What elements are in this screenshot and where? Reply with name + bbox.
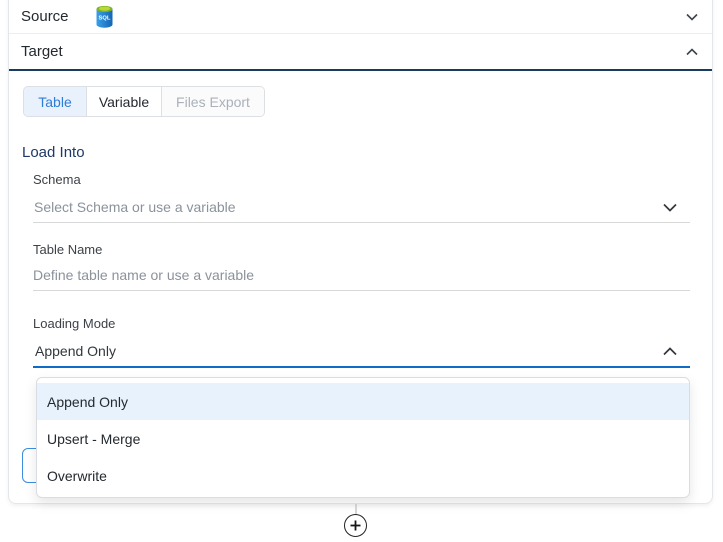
- chevron-up-icon[interactable]: [686, 48, 698, 56]
- add-node-button[interactable]: [344, 514, 367, 537]
- loading-mode-select[interactable]: Append Only: [33, 336, 690, 368]
- dropdown-option-overwrite[interactable]: Overwrite: [37, 457, 689, 494]
- tab-table[interactable]: Table: [24, 87, 86, 116]
- accordion-target[interactable]: Target: [9, 34, 712, 69]
- loading-mode-value: Append Only: [33, 343, 116, 359]
- sql-database-icon: SQL: [95, 5, 114, 29]
- plus-icon: [349, 519, 362, 532]
- target-type-tabs: Table Variable Files Export: [23, 86, 265, 117]
- loading-mode-dropdown: Append Only Upsert - Merge Overwrite: [36, 377, 690, 498]
- svg-text:SQL: SQL: [98, 15, 110, 21]
- dropdown-option-append-only[interactable]: Append Only: [37, 383, 689, 420]
- chevron-down-icon[interactable]: [686, 13, 698, 21]
- schema-placeholder: Select Schema or use a variable: [33, 199, 236, 215]
- target-active-underline: [9, 69, 712, 71]
- tab-files-export[interactable]: Files Export: [162, 87, 264, 116]
- table-name-label: Table Name: [33, 242, 102, 257]
- loading-mode-label: Loading Mode: [33, 316, 115, 331]
- schema-select[interactable]: Select Schema or use a variable: [33, 192, 690, 223]
- accordion-target-label: Target: [21, 43, 63, 60]
- chevron-down-icon: [663, 203, 677, 212]
- load-into-heading: Load Into: [22, 144, 85, 161]
- dropdown-option-upsert-merge[interactable]: Upsert - Merge: [37, 420, 689, 457]
- tab-variable[interactable]: Variable: [86, 87, 162, 116]
- accordion-source[interactable]: Source SQL: [9, 0, 712, 33]
- accordion-source-label: Source: [21, 8, 69, 25]
- schema-label: Schema: [33, 172, 81, 187]
- chevron-up-icon: [663, 347, 677, 356]
- pipeline-config-panel: Source SQL Target: [0, 0, 723, 542]
- table-name-input[interactable]: [33, 260, 690, 291]
